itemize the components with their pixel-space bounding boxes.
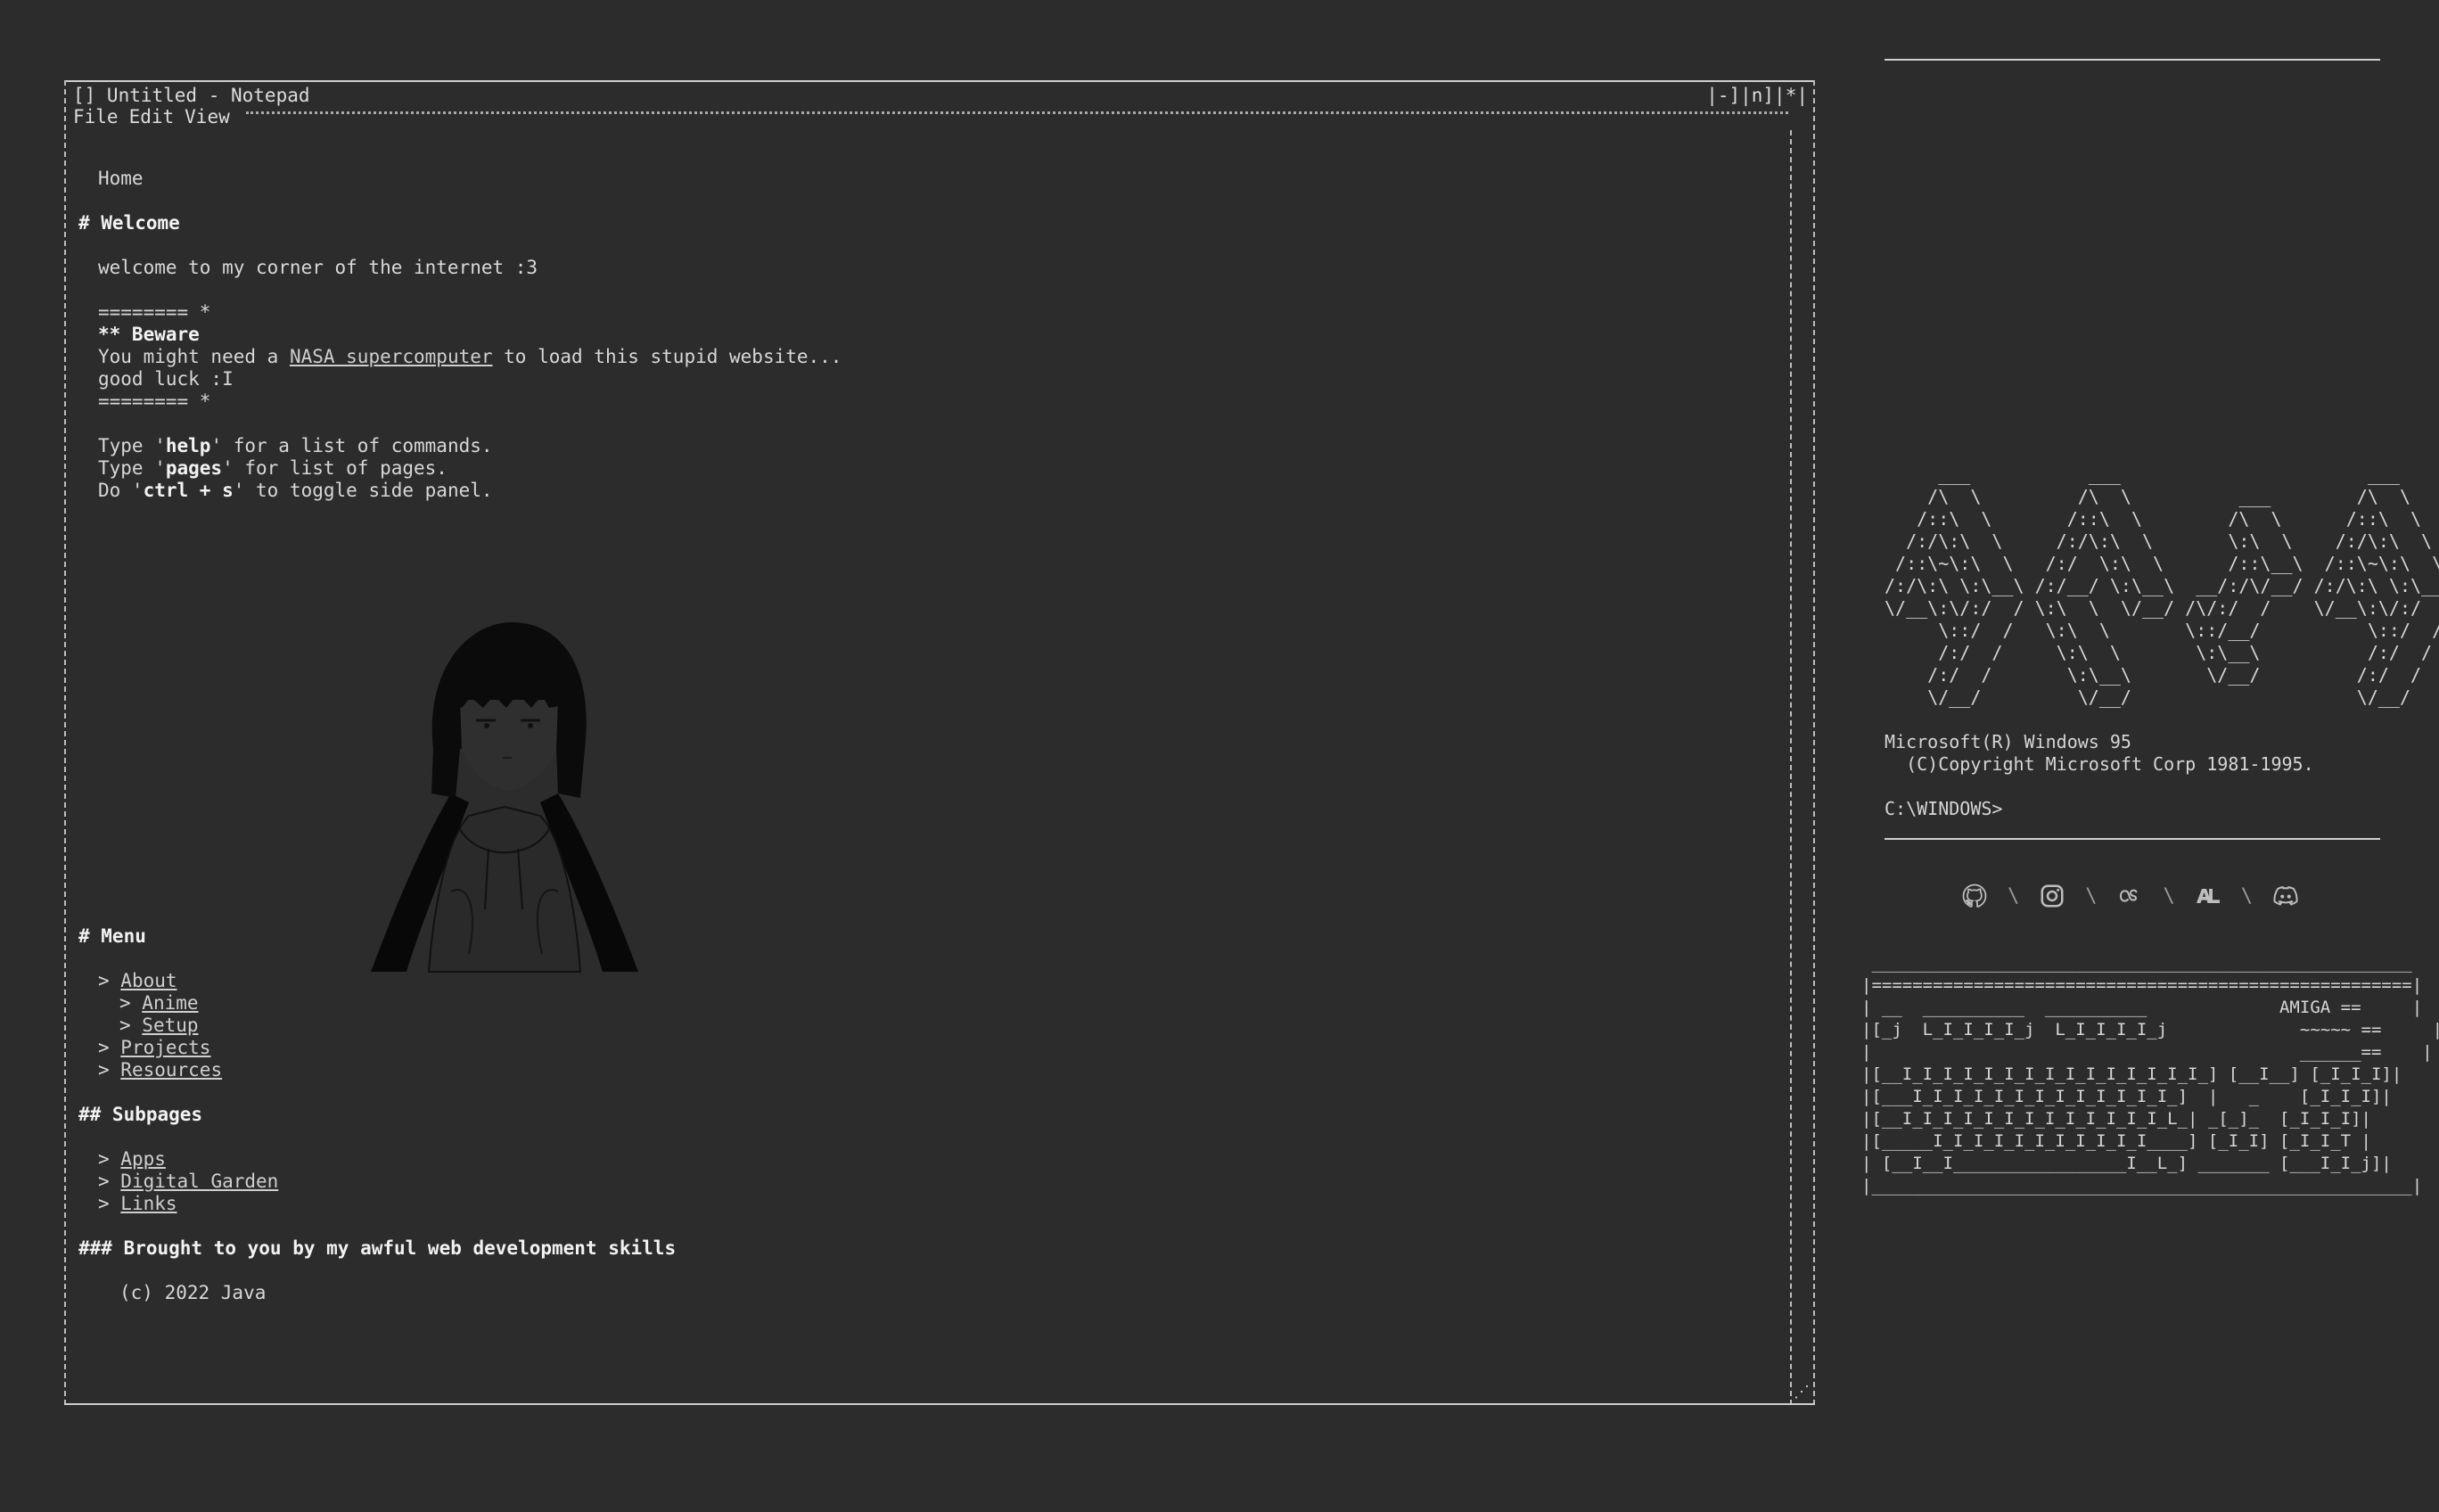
apps-link[interactable]: Apps	[120, 1148, 166, 1170]
subpages-heading: ## Subpages	[78, 1104, 203, 1125]
cmd2-pre: Type '	[98, 457, 166, 479]
toggle-shortcut: ctrl + s	[143, 480, 234, 501]
anime-girl-illustration	[371, 622, 638, 973]
links-link[interactable]: Links	[120, 1193, 177, 1214]
pages-command: pages	[165, 457, 223, 479]
beware-rule-bottom: ======== *	[98, 390, 211, 412]
menu-edit[interactable]: Edit	[129, 105, 175, 128]
good-luck-text: good luck :I	[98, 368, 234, 390]
anime-link[interactable]: Anime	[142, 992, 198, 1014]
subpage-links[interactable]: > Links	[98, 1193, 177, 1215]
resources-link[interactable]: Resources	[120, 1059, 222, 1081]
cmd1-post: ' for a list of commands.	[210, 435, 493, 456]
amiga-ascii-art: ________________________________________…	[1861, 953, 2439, 1196]
separator: \	[2240, 884, 2253, 908]
help-command-line: Type 'help' for a list of commands.	[98, 435, 493, 457]
beware-text-pre: You might need a	[98, 346, 290, 367]
menu-item-about[interactable]: > About	[98, 970, 177, 992]
side-top-divider	[1885, 59, 2380, 61]
github-icon[interactable]	[1961, 883, 1988, 909]
welcome-heading: # Welcome	[78, 212, 180, 234]
help-command: help	[165, 435, 211, 456]
digital-garden-link[interactable]: Digital Garden	[120, 1171, 278, 1192]
menu-item-resources[interactable]: > Resources	[98, 1059, 222, 1081]
social-links: \ \ \ \	[1961, 881, 2299, 911]
toggle-command-line: Do 'ctrl + s' to toggle side panel.	[98, 480, 493, 502]
copyright-text: (c) 2022 Java	[119, 1282, 267, 1303]
menu-view[interactable]: View	[185, 105, 230, 128]
window-controls[interactable]: |-]|n]|*|	[1706, 84, 1808, 107]
subpage-digital-garden[interactable]: > Digital Garden	[98, 1171, 278, 1193]
window-title: [] Untitled - Notepad	[73, 85, 310, 106]
discord-icon[interactable]	[2272, 883, 2299, 909]
separator: \	[2163, 884, 2175, 908]
projects-link[interactable]: Projects	[120, 1037, 210, 1058]
cmd1-pre: Type '	[98, 435, 166, 456]
notepad-content[interactable]: Home # Welcome welcome to my corner of t…	[78, 152, 1779, 1387]
lastfm-icon[interactable]	[2117, 883, 2144, 909]
resize-grip-icon[interactable]: ⋰	[1794, 1383, 1810, 1401]
beware-heading: ** Beware	[98, 324, 200, 345]
home-link[interactable]: Home	[98, 168, 144, 190]
instagram-icon[interactable]	[2039, 883, 2065, 909]
beware-rule-top: ======== *	[98, 301, 211, 323]
menu-item-setup[interactable]: > Setup	[119, 1015, 199, 1037]
notepad-window: [] Untitled - Notepad |-]|n]|*| File Edi…	[64, 80, 1815, 1405]
ms-copyright-line: (C)Copyright Microsoft Corp 1981-1995.	[1885, 753, 2314, 775]
side-middle-divider	[1885, 838, 2380, 840]
command-prompt[interactable]: C:\WINDOWS>	[1885, 798, 2002, 820]
window-right-border	[1813, 80, 1815, 1405]
cmd3-pre: Do '	[98, 480, 144, 501]
menu-heading: # Menu	[78, 925, 146, 947]
beware-text: You might need a NASA supercomputer to l…	[98, 346, 842, 368]
beware-text-post: to load this stupid website...	[492, 346, 842, 367]
menu-item-anime[interactable]: > Anime	[119, 992, 199, 1015]
cmd2-post: ' for list of pages.	[222, 457, 448, 479]
ms-version-line: Microsoft(R) Windows 95	[1885, 731, 2131, 752]
menu-bar: File Edit View	[73, 105, 1788, 128]
scrollbar-track[interactable]	[1790, 130, 1792, 1405]
anilist-icon[interactable]	[2195, 883, 2221, 909]
subpage-apps[interactable]: > Apps	[98, 1148, 166, 1171]
setup-link[interactable]: Setup	[142, 1015, 198, 1036]
window-left-border	[64, 80, 66, 1405]
menu-item-projects[interactable]: > Projects	[98, 1037, 210, 1059]
window-top-border	[64, 80, 1815, 82]
separator: \	[2008, 884, 2020, 908]
menu-bar-fill	[245, 111, 1788, 123]
menu-file[interactable]: File	[73, 105, 119, 128]
about-link[interactable]: About	[120, 970, 177, 991]
pages-command-line: Type 'pages' for list of pages.	[98, 457, 448, 480]
welcome-text: welcome to my corner of the internet :3	[98, 257, 538, 278]
footer-heading: ### Brought to you by my awful web devel…	[78, 1237, 677, 1259]
window-bottom-border	[64, 1403, 1815, 1405]
windows-ascii-logo: ___ ___ ___ /\ \ /\ \ ___ /\ \ /::\ \ /:…	[1885, 464, 2439, 708]
nasa-link[interactable]: NASA supercomputer	[290, 346, 493, 367]
cmd3-post: ' to toggle side panel.	[233, 480, 493, 501]
separator: \	[2085, 884, 2098, 908]
